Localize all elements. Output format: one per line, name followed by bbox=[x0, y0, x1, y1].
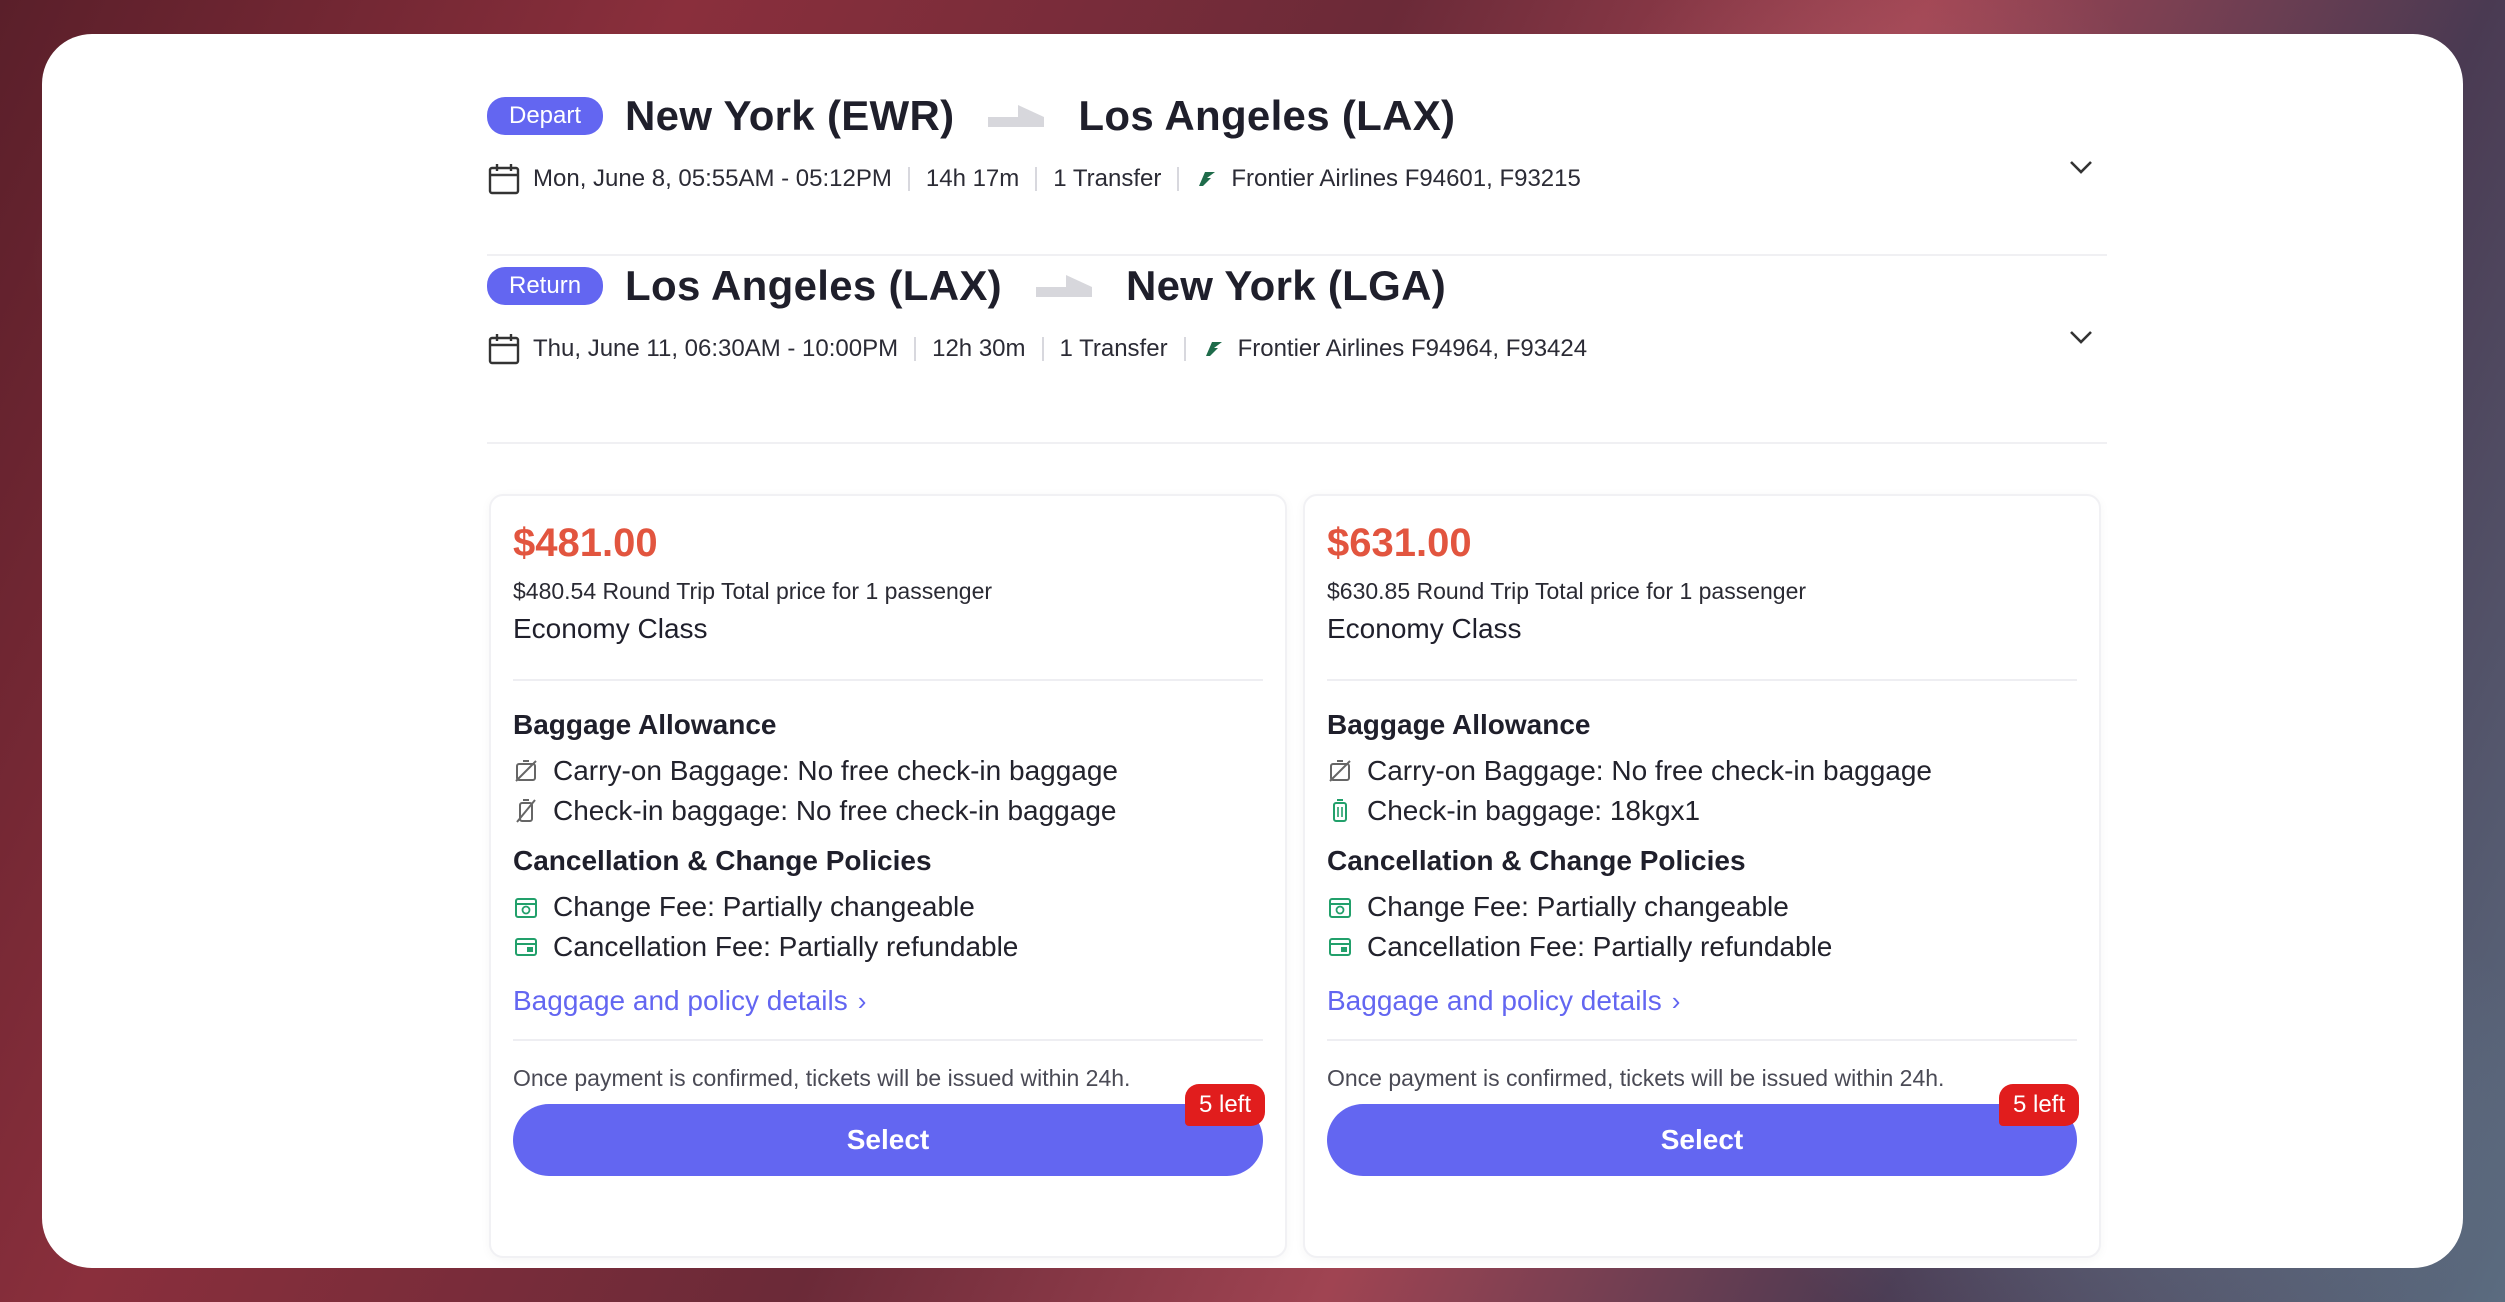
depart-airline: Frontier Airlines F94601, F93215 bbox=[1231, 165, 1581, 192]
calendar-icon bbox=[488, 164, 520, 195]
depart-origin: New York (EWR) bbox=[625, 92, 955, 139]
return-destination: New York (LGA) bbox=[1125, 262, 1446, 309]
chevron-down-icon[interactable] bbox=[2067, 158, 2095, 176]
change-calendar-icon bbox=[1329, 898, 1351, 918]
depart-transfers: 1 Transfer bbox=[1053, 165, 1162, 192]
policy-details-link[interactable]: Baggage and policy details › bbox=[513, 985, 1263, 1017]
carry-on-item: Carry-on Baggage: No free check-in bagga… bbox=[513, 751, 1263, 791]
return-datetime: Thu, June 11, 06:30AM - 10:00PM bbox=[533, 335, 899, 362]
airline-logo-icon bbox=[1205, 342, 1222, 356]
fare-total: $480.54 Round Trip Total price for 1 pas… bbox=[513, 578, 993, 604]
check-in-text: Check-in baggage: No free check-in bagga… bbox=[553, 795, 1117, 826]
change-fee-item: Change Fee: Partially changeable bbox=[1327, 887, 2077, 927]
change-fee-text: Change Fee: Partially changeable bbox=[1367, 891, 1789, 922]
return-details: Thu, June 11, 06:30AM - 10:00PM 12h 30m … bbox=[487, 332, 2107, 366]
policy-title: Cancellation & Change Policies bbox=[513, 845, 932, 876]
ticket-note: Once payment is confirmed, tickets will … bbox=[1327, 1065, 1945, 1091]
cancel-fee-item: Cancellation Fee: Partially refundable bbox=[1327, 927, 2077, 967]
divider bbox=[1327, 679, 2077, 681]
chevron-right-icon: › bbox=[857, 985, 867, 1016]
no-carry-on-icon bbox=[1329, 760, 1351, 782]
cancel-fee-text: Cancellation Fee: Partially refundable bbox=[1367, 931, 1833, 962]
fare-cabin: Economy Class bbox=[1327, 613, 1522, 644]
depart-route: Depart New York (EWR) Los Angeles (LAX) bbox=[487, 86, 2107, 146]
select-button[interactable]: Select bbox=[513, 1104, 1263, 1176]
depart-datetime: Mon, June 8, 05:55AM - 05:12PM bbox=[533, 165, 892, 192]
ticket-note: Once payment is confirmed, tickets will … bbox=[513, 1065, 1131, 1091]
baggage-title: Baggage Allowance bbox=[1327, 709, 1591, 740]
divider bbox=[1041, 337, 1044, 361]
fare-card: $481.00 $480.54 Round Trip Total price f… bbox=[489, 494, 1287, 1258]
carry-on-item: Carry-on Baggage: No free check-in bagga… bbox=[1327, 751, 2077, 791]
refund-card-icon bbox=[1329, 938, 1351, 956]
fare-cabin: Economy Class bbox=[513, 613, 708, 644]
change-fee-text: Change Fee: Partially changeable bbox=[553, 891, 975, 922]
return-transfers: 1 Transfer bbox=[1059, 335, 1168, 362]
depart-destination: Los Angeles (LAX) bbox=[1078, 92, 1456, 139]
seats-left-badge: 5 left bbox=[1998, 1084, 2079, 1126]
flight-results: Depart New York (EWR) Los Angeles (LAX) … bbox=[447, 56, 2127, 1268]
chevron-down-icon[interactable] bbox=[2067, 328, 2095, 346]
refund-card-icon bbox=[515, 938, 537, 956]
policy-details-link[interactable]: Baggage and policy details › bbox=[1327, 985, 2077, 1017]
no-carry-on-icon bbox=[515, 760, 537, 782]
depart-details: Mon, June 8, 05:55AM - 05:12PM 14h 17m 1… bbox=[487, 162, 2107, 196]
carry-on-text: Carry-on Baggage: No free check-in bagga… bbox=[553, 755, 1119, 786]
seats-left-badge: 5 left bbox=[1184, 1084, 1265, 1126]
chevron-right-icon: › bbox=[1671, 985, 1681, 1016]
fare-price: $631.00 bbox=[1327, 521, 1472, 565]
check-in-item: Check-in baggage: 18kgx1 bbox=[1327, 791, 2077, 831]
divider bbox=[907, 167, 910, 191]
divider bbox=[1327, 1039, 2077, 1041]
depart-duration: 14h 17m bbox=[925, 165, 1020, 192]
divider bbox=[1035, 167, 1038, 191]
select-wrap: Select 5 left bbox=[513, 1084, 1265, 1176]
check-in-item: Check-in baggage: No free check-in bagga… bbox=[513, 791, 1263, 831]
policy-details-label: Baggage and policy details bbox=[513, 985, 848, 1016]
no-check-in-icon bbox=[516, 799, 536, 823]
cancel-fee-item: Cancellation Fee: Partially refundable bbox=[513, 927, 1263, 967]
check-in-text: Check-in baggage: 18kgx1 bbox=[1367, 795, 1701, 826]
divider bbox=[513, 679, 1263, 681]
return-origin: Los Angeles (LAX) bbox=[625, 262, 1002, 309]
return-badge: Return bbox=[487, 267, 604, 305]
return-airline: Frontier Airlines F94964, F93424 bbox=[1237, 335, 1588, 362]
select-wrap: Select 5 left bbox=[1327, 1084, 2079, 1176]
return-flight-row[interactable]: Return Los Angeles (LAX) New York (LGA) … bbox=[487, 256, 2107, 366]
fare-price: $481.00 bbox=[513, 521, 658, 565]
calendar-icon bbox=[488, 334, 520, 365]
baggage-title: Baggage Allowance bbox=[513, 709, 777, 740]
cancel-fee-text: Cancellation Fee: Partially refundable bbox=[553, 931, 1019, 962]
route-arrow-icon bbox=[988, 105, 1045, 127]
fare-card: $631.00 $630.85 Round Trip Total price f… bbox=[1303, 494, 2101, 1258]
select-button[interactable]: Select bbox=[1327, 1104, 2077, 1176]
change-calendar-icon bbox=[515, 898, 537, 918]
return-duration: 12h 30m bbox=[932, 335, 1026, 362]
divider bbox=[487, 442, 2107, 444]
policy-title: Cancellation & Change Policies bbox=[1327, 845, 1746, 876]
depart-badge: Depart bbox=[487, 97, 604, 135]
divider bbox=[1183, 337, 1186, 361]
divider bbox=[1177, 167, 1180, 191]
depart-flight-row[interactable]: Depart New York (EWR) Los Angeles (LAX) … bbox=[487, 86, 2107, 196]
policy-details-label: Baggage and policy details bbox=[1327, 985, 1662, 1016]
airline-logo-icon bbox=[1199, 172, 1216, 186]
luggage-icon bbox=[1333, 799, 1347, 822]
return-route: Return Los Angeles (LAX) New York (LGA) bbox=[487, 256, 2107, 316]
carry-on-text: Carry-on Baggage: No free check-in bagga… bbox=[1367, 755, 1933, 786]
divider bbox=[513, 1039, 1263, 1041]
fare-total: $630.85 Round Trip Total price for 1 pas… bbox=[1327, 578, 1807, 604]
divider bbox=[914, 337, 917, 361]
change-fee-item: Change Fee: Partially changeable bbox=[513, 887, 1263, 927]
route-arrow-icon bbox=[1035, 275, 1092, 297]
results-card: Depart New York (EWR) Los Angeles (LAX) … bbox=[42, 34, 2463, 1268]
